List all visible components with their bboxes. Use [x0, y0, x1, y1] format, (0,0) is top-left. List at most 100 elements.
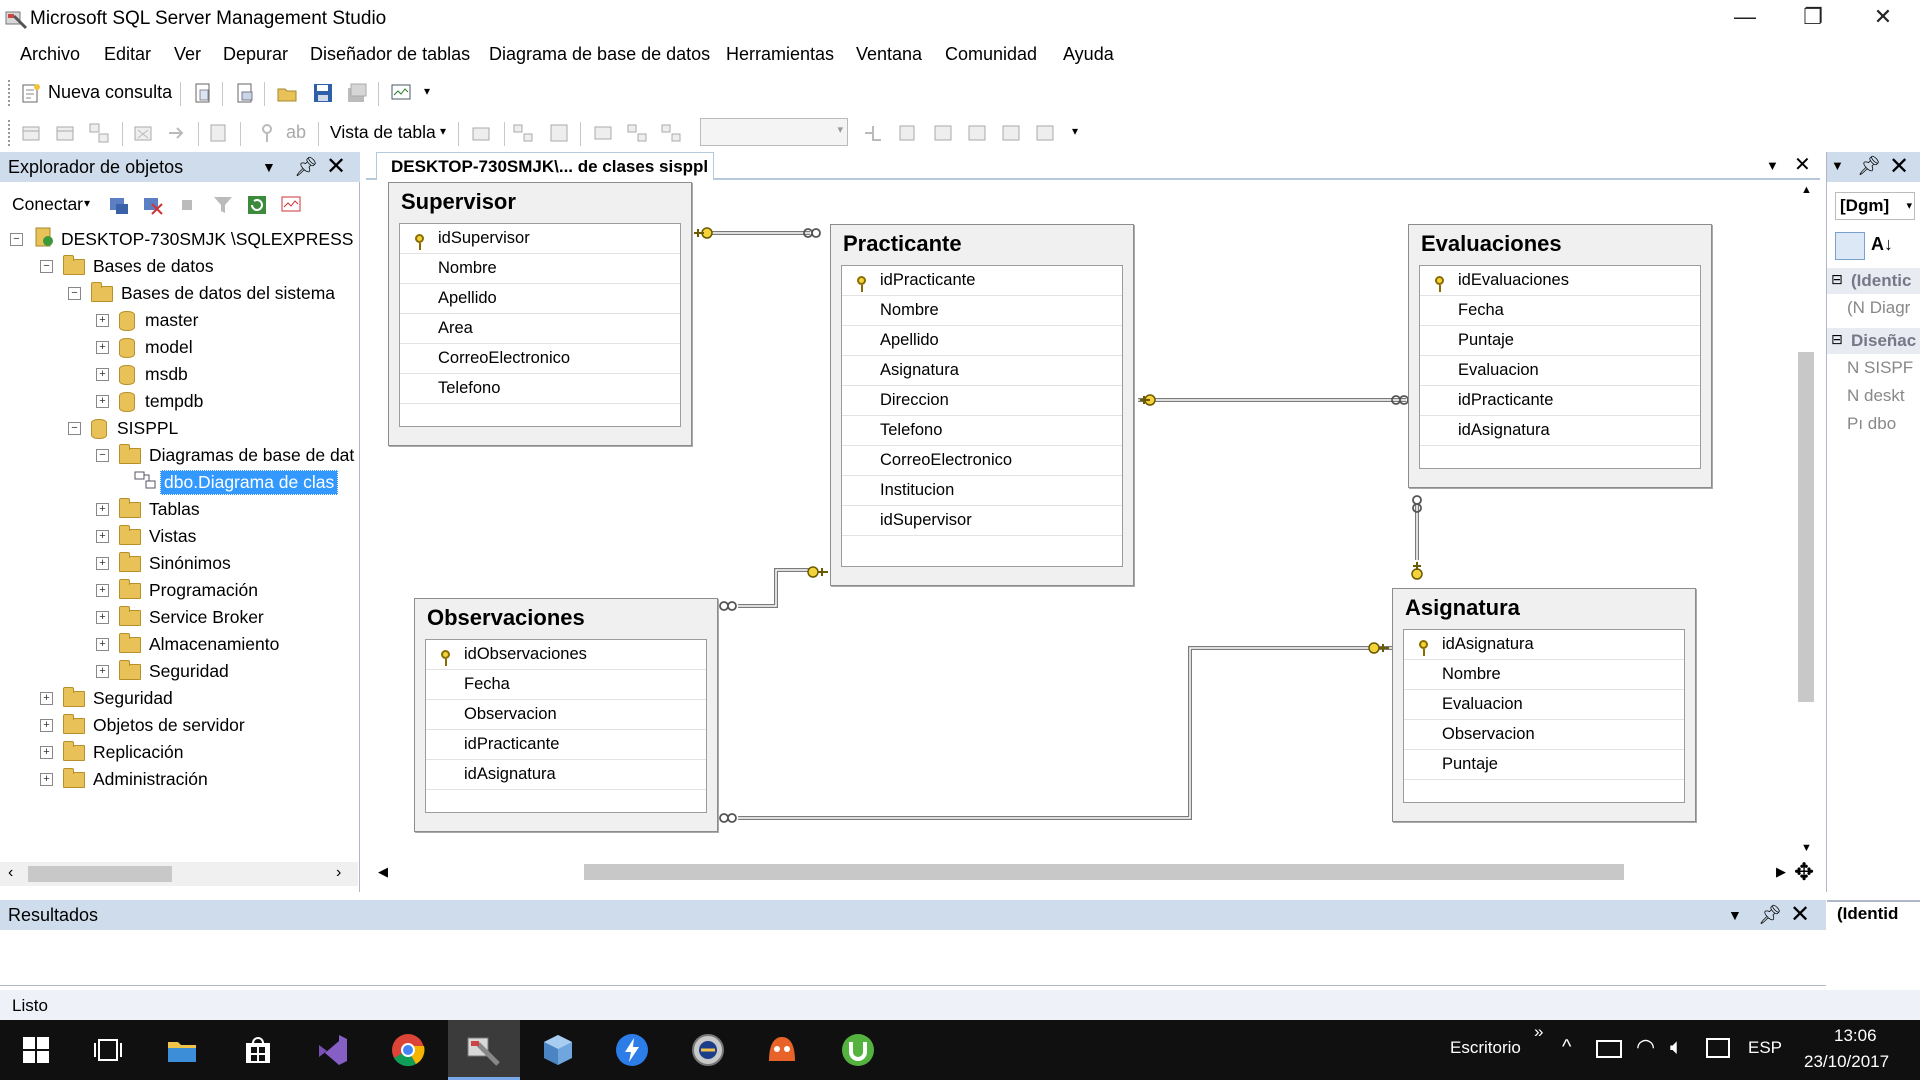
- tree-node[interactable]: + Seguridad: [96, 658, 229, 685]
- table-column-row[interactable]: Evaluacion: [1404, 690, 1684, 720]
- arrange-selection-icon[interactable]: [548, 122, 570, 144]
- chevron-down-icon[interactable]: ▼: [1728, 907, 1742, 923]
- alphabetical-icon[interactable]: A↓: [1871, 234, 1893, 255]
- diagram-canvas[interactable]: Supervisor idSupervisor Nombre Apellido Are…: [368, 182, 1810, 862]
- task-view-icon[interactable]: [88, 1030, 128, 1070]
- categorized-icon[interactable]: [1835, 232, 1865, 260]
- table-supervisor[interactable]: Supervisor idSupervisor Nombre Apellido Are…: [388, 182, 692, 446]
- expand-icon[interactable]: +: [96, 611, 109, 624]
- tree-node[interactable]: + Almacenamiento: [96, 631, 279, 658]
- chevron-down-icon[interactable]: ▾: [440, 124, 446, 138]
- battery-icon[interactable]: [1596, 1040, 1622, 1058]
- table-column-row[interactable]: CorreoElectronico: [400, 344, 680, 374]
- tree-node[interactable]: + tempdb: [96, 388, 203, 415]
- windows-start-icon[interactable]: [16, 1030, 56, 1070]
- expand-icon[interactable]: +: [40, 692, 53, 705]
- diagram-vscrollbar[interactable]: ▲ ▼: [1796, 182, 1816, 862]
- property-section[interactable]: ⊟ (Identic: [1827, 268, 1920, 294]
- table-column-row[interactable]: Asignatura: [842, 356, 1122, 386]
- badge-app-icon[interactable]: [688, 1030, 728, 1070]
- expand-icon[interactable]: +: [40, 719, 53, 732]
- table-column-row[interactable]: idAsignatura: [426, 760, 706, 790]
- autosize-icon[interactable]: [470, 122, 492, 144]
- table-column-row[interactable]: Nombre: [842, 296, 1122, 326]
- minimize-button[interactable]: —: [1710, 0, 1780, 34]
- relationship-observaciones-practicante[interactable]: [738, 568, 810, 608]
- expand-icon[interactable]: +: [96, 503, 109, 516]
- collapse-icon[interactable]: ⊟: [1831, 271, 1843, 288]
- store-icon[interactable]: [238, 1030, 278, 1070]
- table-column-row[interactable]: Apellido: [842, 326, 1122, 356]
- property-row[interactable]: N SISPF: [1847, 358, 1920, 384]
- restore-button[interactable]: ❐: [1778, 0, 1848, 34]
- activity-monitor-icon[interactable]: [390, 82, 412, 104]
- toolbar-overflow-icon[interactable]: ▾: [1072, 124, 1078, 138]
- menu-ayuda[interactable]: Ayuda: [1063, 44, 1114, 65]
- expand-icon[interactable]: +: [96, 584, 109, 597]
- expand-icon[interactable]: +: [40, 746, 53, 759]
- volume-icon[interactable]: 🔈︎: [1670, 1034, 1683, 1060]
- collapse-icon[interactable]: −: [10, 233, 23, 246]
- tree-node[interactable]: + model: [96, 334, 193, 361]
- table-column-row[interactable]: Area: [400, 314, 680, 344]
- object-selector[interactable]: [Dgm] ▾: [1835, 192, 1915, 220]
- table-column-row[interactable]: Puntaje: [1420, 326, 1700, 356]
- close-icon[interactable]: ✕: [1889, 152, 1909, 181]
- scroll-left-icon[interactable]: ‹: [8, 864, 13, 882]
- menu-diagrama[interactable]: Diagrama de base de datos: [489, 44, 710, 65]
- tree-node[interactable]: + Sinónimos: [96, 550, 231, 577]
- expand-icon[interactable]: +: [96, 530, 109, 543]
- tree-node[interactable]: + Administración: [40, 766, 208, 793]
- table-column-row[interactable]: Telefono: [842, 416, 1122, 446]
- expand-icon[interactable]: +: [96, 557, 109, 570]
- expand-icon[interactable]: +: [96, 341, 109, 354]
- table-column-row[interactable]: Observacion: [1404, 720, 1684, 750]
- table-column-row[interactable]: idPracticante: [1420, 386, 1700, 416]
- close-button[interactable]: ✕: [1848, 0, 1918, 34]
- tree-node[interactable]: − Diagramas de base de dat: [96, 442, 354, 469]
- diagram-hscrollbar[interactable]: ◀ ▶ ✥: [368, 859, 1814, 886]
- tree-node[interactable]: + Replicación: [40, 739, 183, 766]
- tree-node[interactable]: + Objetos de servidor: [40, 712, 245, 739]
- table-column-row[interactable]: idObservaciones: [426, 640, 706, 670]
- chevron-down-icon[interactable]: ▼: [1831, 158, 1844, 173]
- scroll-thumb[interactable]: [28, 866, 172, 882]
- chevron-down-icon[interactable]: ▼: [1766, 158, 1779, 173]
- file-explorer-icon[interactable]: [162, 1030, 202, 1070]
- table-column-row[interactable]: Telefono: [400, 374, 680, 404]
- tree-node[interactable]: + Tablas: [96, 496, 200, 523]
- move-pan-icon[interactable]: ✥: [1794, 858, 1814, 887]
- property-row[interactable]: (N Diagr: [1847, 298, 1920, 324]
- input-language[interactable]: ESP: [1748, 1038, 1782, 1058]
- scroll-right-icon[interactable]: ▶: [1776, 864, 1786, 880]
- table-column-row[interactable]: Apellido: [400, 284, 680, 314]
- property-section[interactable]: ⊟ Diseñac: [1827, 328, 1920, 354]
- table-columns-icon[interactable]: [932, 122, 954, 144]
- scroll-up-icon[interactable]: ▲: [1801, 184, 1812, 196]
- tree-node[interactable]: dbo.Diagrama de clas: [124, 469, 339, 496]
- table-custom-view-icon[interactable]: [1034, 122, 1056, 144]
- table-column-row[interactable]: Institucion: [842, 476, 1122, 506]
- table-column-row[interactable]: Direccion: [842, 386, 1122, 416]
- tree-node[interactable]: − DESKTOP-730SMJK \SQLEXPRESS (SC: [10, 226, 358, 253]
- zoom-combobox[interactable]: ▾: [700, 118, 848, 146]
- table-column-row[interactable]: Nombre: [400, 254, 680, 284]
- table-column-row[interactable]: Fecha: [426, 670, 706, 700]
- menu-herramientas[interactable]: Herramientas: [726, 44, 834, 65]
- foxit-icon[interactable]: [762, 1030, 802, 1070]
- tab-diagram-document[interactable]: DESKTOP-730SMJK\... de clases sisppl: [376, 152, 714, 180]
- tree-node[interactable]: + Seguridad: [40, 685, 173, 712]
- expand-icon[interactable]: +: [40, 773, 53, 786]
- scroll-thumb[interactable]: [584, 864, 1624, 880]
- scroll-thumb[interactable]: [1798, 352, 1814, 702]
- clock-time[interactable]: 13:06: [1834, 1026, 1877, 1046]
- copy-diagram-icon[interactable]: [896, 122, 918, 144]
- tree-node[interactable]: − Bases de datos del sistema: [68, 280, 335, 307]
- table-column-row[interactable]: idPracticante: [426, 730, 706, 760]
- expand-icon[interactable]: +: [96, 314, 109, 327]
- table-column-row[interactable]: Evaluacion: [1420, 356, 1700, 386]
- table-column-row[interactable]: idSupervisor: [400, 224, 680, 254]
- cube-app-icon[interactable]: [538, 1030, 578, 1070]
- taskbar-active-app[interactable]: [448, 1020, 520, 1080]
- view-page-breaks-icon[interactable]: [660, 122, 682, 144]
